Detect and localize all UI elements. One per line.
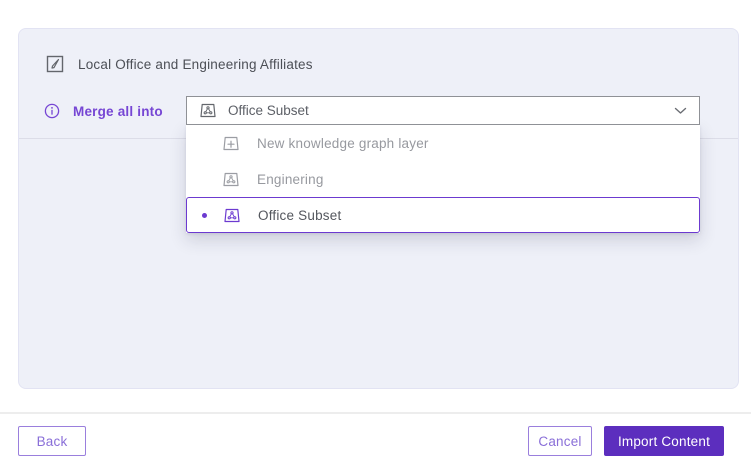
dropdown-option-new-knowledge-graph-layer[interactable]: New knowledge graph layer	[186, 125, 700, 161]
info-icon[interactable]	[44, 103, 60, 119]
dropdown-option-label: New knowledge graph layer	[257, 136, 429, 151]
knowledge-graph-layer-icon	[222, 171, 240, 188]
source-layer-label: Local Office and Engineering Affiliates	[78, 57, 313, 72]
new-knowledge-graph-layer-icon	[222, 135, 240, 152]
selected-indicator-dot	[202, 213, 207, 218]
knowledge-graph-layer-icon	[199, 102, 217, 119]
back-button[interactable]: Back	[18, 426, 86, 456]
import-content-button[interactable]: Import Content	[604, 426, 724, 456]
import-dialog: Local Office and Engineering Affiliates …	[0, 0, 751, 470]
dropdown-option-label: Office Subset	[258, 208, 341, 223]
cancel-button-label: Cancel	[538, 434, 581, 449]
source-layer-row: Local Office and Engineering Affiliates	[46, 52, 313, 76]
merge-target-selected-value: Office Subset	[228, 103, 674, 118]
merge-all-into-label: Merge all into	[73, 104, 163, 119]
layer-select-icon	[46, 55, 64, 73]
merge-target-dropdown-list: New knowledge graph layer Enginering	[186, 125, 700, 233]
dropdown-option-label: Enginering	[257, 172, 324, 187]
merge-all-into-row: Merge all into	[44, 100, 163, 122]
import-content-button-label: Import Content	[618, 434, 710, 449]
dropdown-option-enginering[interactable]: Enginering	[186, 161, 700, 197]
cancel-button[interactable]: Cancel	[528, 426, 592, 456]
footer-divider	[0, 412, 751, 414]
merge-target-select[interactable]: Office Subset	[186, 96, 700, 125]
back-button-label: Back	[37, 434, 68, 449]
chevron-down-icon	[674, 107, 687, 115]
dropdown-option-office-subset[interactable]: Office Subset	[186, 197, 700, 233]
knowledge-graph-layer-icon	[223, 207, 241, 224]
